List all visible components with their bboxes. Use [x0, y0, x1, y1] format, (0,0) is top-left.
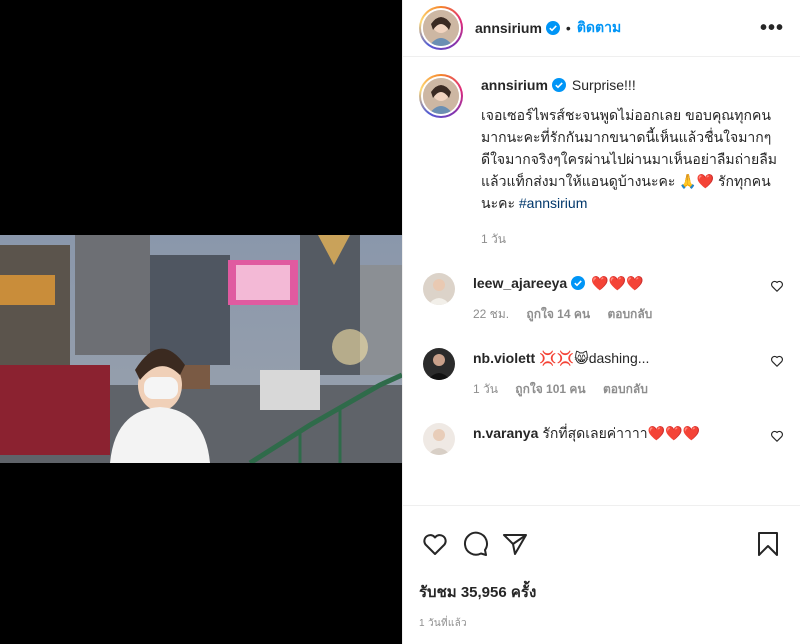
posted-time: 1 วันที่แล้ว	[419, 618, 467, 629]
post-details-panel: annsirium • ติดตาม ••• annsirium Surpris…	[402, 0, 800, 644]
share-icon[interactable]	[499, 528, 531, 560]
comment-time: 22 ชม.	[473, 307, 510, 321]
commenter-username[interactable]: n.varanya	[473, 425, 538, 441]
commenter-avatar[interactable]	[423, 423, 455, 455]
author-avatar[interactable]	[419, 6, 463, 50]
post-header: annsirium • ติดตาม •••	[403, 0, 800, 57]
heart-icon[interactable]	[419, 528, 451, 560]
reply-button[interactable]: ตอบกลับ	[607, 307, 652, 321]
caption: annsirium Surprise!!! เจอเซอร์ไพรส์ชะจนพู…	[419, 74, 784, 214]
comment-text: ❤️❤️❤️	[591, 275, 644, 291]
comments-list[interactable]: annsirium Surprise!!! เจอเซอร์ไพรส์ชะจนพู…	[403, 58, 800, 505]
caption-hashtag[interactable]: #annsirium	[519, 195, 587, 211]
comment-item: nb.violett 💢💢😸dashing... 1 วัน ถูกใจ 101 …	[419, 348, 784, 399]
instagram-post-modal: annsirium • ติดตาม ••• annsirium Surpris…	[0, 0, 800, 644]
comment-item: leew_ajareeya ❤️❤️❤️ 22 ชม. ถูกใจ 14 คน ต…	[419, 273, 784, 324]
comment-icon[interactable]	[459, 528, 491, 560]
verified-badge-icon	[545, 21, 560, 35]
reply-button[interactable]: ตอบกลับ	[603, 382, 648, 396]
video-frame	[0, 235, 402, 463]
comment-like-heart-icon[interactable]	[770, 279, 784, 293]
comment-text: 💢💢😸dashing...	[539, 350, 650, 366]
view-count[interactable]: รับชม 35,956 ครั้ง	[419, 580, 784, 604]
follow-button[interactable]: ติดตาม	[577, 17, 621, 39]
verified-badge-icon	[571, 276, 586, 290]
caption-timestamp: 1 วัน	[481, 232, 506, 246]
post-video[interactable]	[0, 235, 402, 463]
commenter-avatar[interactable]	[423, 348, 455, 380]
bookmark-icon[interactable]	[752, 528, 784, 560]
comment-item: n.varanya รักที่สุดเลยค่าาาา❤️❤️❤️	[419, 423, 784, 455]
comment-text: รักที่สุดเลยค่าาาา❤️❤️❤️	[542, 425, 700, 441]
media-pane	[0, 0, 402, 644]
caption-author-avatar[interactable]	[419, 74, 463, 118]
more-options-icon[interactable]: •••	[760, 17, 784, 40]
commenter-avatar[interactable]	[423, 273, 455, 305]
comment-like-heart-icon[interactable]	[770, 429, 784, 443]
commenter-username[interactable]: nb.violett	[473, 350, 535, 366]
comment-time: 1 วัน	[473, 382, 498, 396]
comment-like-heart-icon[interactable]	[770, 354, 784, 368]
post-actions: รับชม 35,956 ครั้ง 1 วันที่แล้ว	[403, 505, 800, 631]
author-username[interactable]: annsirium	[475, 20, 542, 36]
caption-title: Surprise!!!	[571, 77, 636, 93]
verified-badge-icon	[551, 78, 566, 92]
commenter-username[interactable]: leew_ajareeya	[473, 275, 567, 291]
caption-username[interactable]: annsirium	[481, 77, 548, 93]
comment-likes[interactable]: ถูกใจ 101 คน	[515, 382, 585, 396]
comment-likes[interactable]: ถูกใจ 14 คน	[526, 307, 590, 321]
separator-dot: •	[565, 20, 571, 36]
